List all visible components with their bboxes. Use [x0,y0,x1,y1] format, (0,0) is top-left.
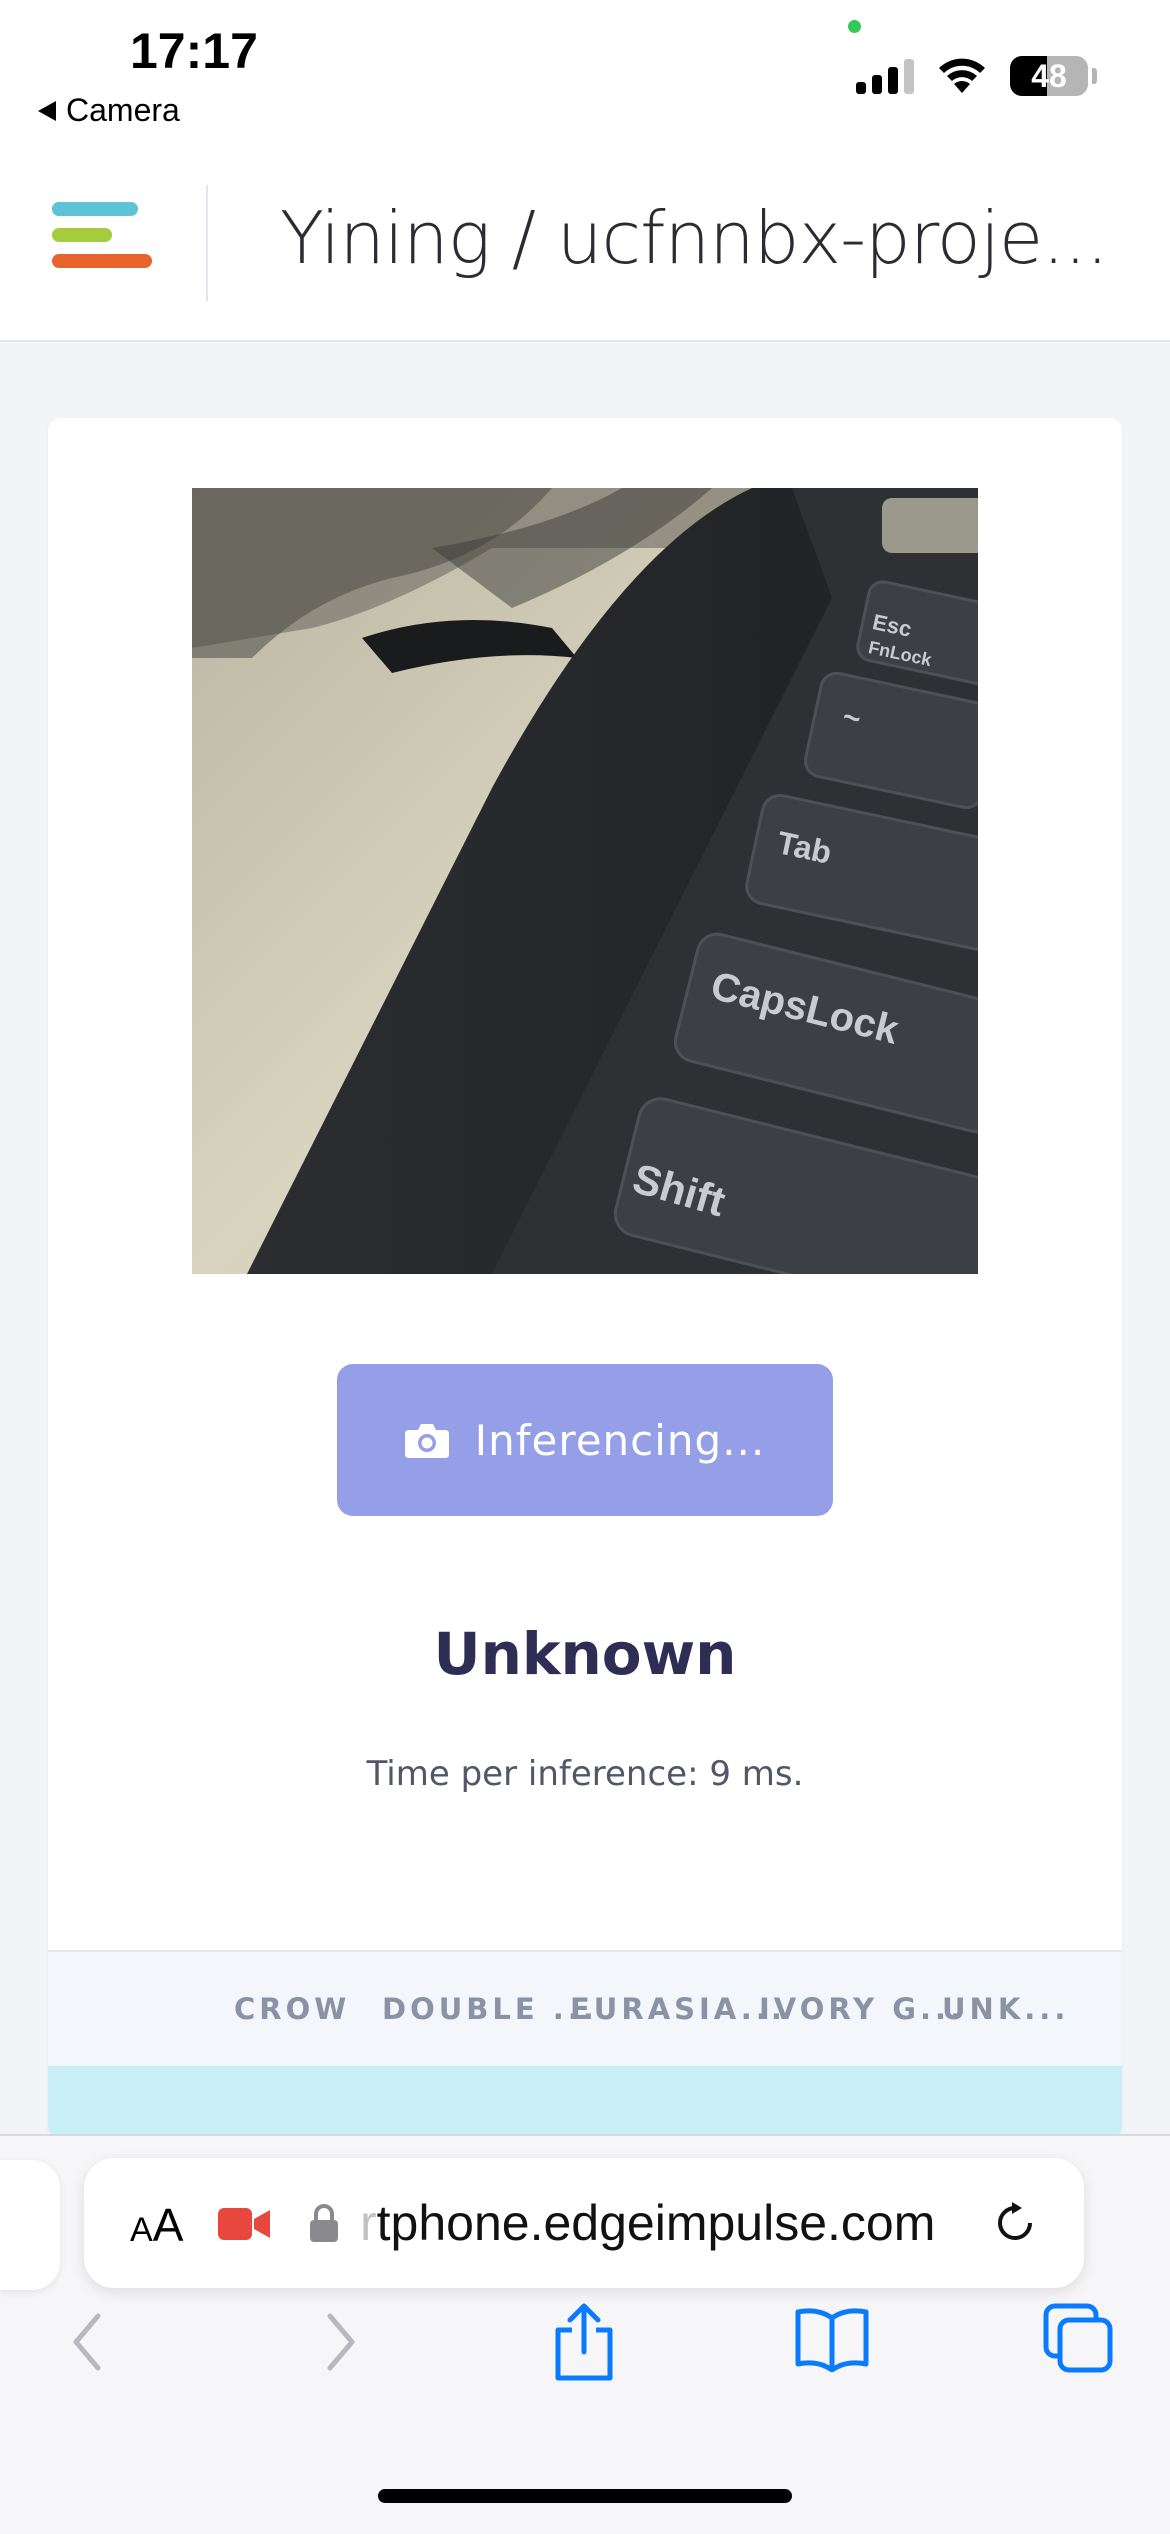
share-icon[interactable] [552,2302,616,2382]
project-title: Yining / ucfnnbx-proje... [280,196,1109,280]
reload-icon[interactable] [992,2200,1038,2246]
column-header: DOUBLE ... [382,1992,598,2026]
cellular-signal-icon [856,58,914,94]
inference-time: Time per inference: 9 ms. [366,1754,804,1794]
battery-level: 48 [1031,57,1067,94]
table-row [48,2066,1122,2138]
results-table-header: CROW DOUBLE ... EURASIA... IVORY G... UN… [48,1950,1122,2068]
camera-icon [404,1424,449,1458]
text-size-button[interactable]: AA [130,2198,183,2252]
classifier-card: Esc FnLock ~ Tab CapsLock Shift Inferenc… [48,418,1122,2138]
battery-icon: 48 [1010,56,1088,96]
wifi-icon [939,58,985,93]
video-camera-icon[interactable] [218,2208,270,2240]
edge-impulse-logo[interactable] [52,202,154,274]
header-divider [206,185,208,301]
browser-toolbar [0,2303,1170,2420]
status-bar: 17:17 Camera 48 [0,0,1170,150]
column-header: IVORY G... [759,1992,966,2026]
back-to-camera-link[interactable]: Camera [38,92,180,129]
home-indicator [378,2489,792,2503]
url-text: rtphone.edgeimpulse.com [360,2195,936,2251]
capture-button-label: Inferencing... [474,1415,766,1465]
bookmarks-icon[interactable] [794,2306,870,2372]
address-bar[interactable]: AA rtphone.edgeimpulse.com [84,2158,1084,2288]
forward-chevron-icon[interactable] [318,2310,362,2374]
column-header: CROW [234,1992,351,2026]
clock: 17:17 [130,23,258,79]
camera-preview-image: Esc FnLock ~ Tab CapsLock Shift [192,488,978,1274]
battery-tip [1092,68,1097,84]
camera-in-use-indicator [848,20,861,33]
capture-button[interactable]: Inferencing... [337,1364,833,1516]
back-label: Camera [66,92,180,128]
column-header: UNK... [942,1992,1070,2026]
column-header: EURASIA... [570,1992,786,2026]
app-header: Yining / ucfnnbx-proje... [0,150,1170,342]
back-arrow-icon [38,100,56,121]
lock-icon [310,2204,338,2242]
tabs-icon[interactable] [1042,2302,1114,2374]
previous-tab-preview[interactable] [0,2160,60,2290]
back-chevron-icon[interactable] [66,2310,110,2374]
classification-result: Unknown [433,1620,737,1688]
